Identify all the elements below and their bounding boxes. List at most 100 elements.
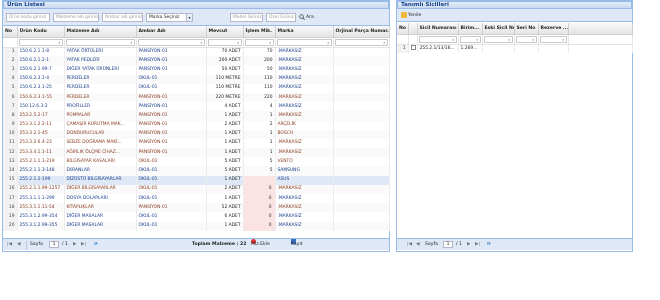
column-header[interactable]: Rezerve ... xyxy=(538,23,569,35)
warehouse-name-input[interactable]: Ambar adı giriniz xyxy=(102,13,143,22)
table-cell-islem[interactable]: 0 xyxy=(243,212,276,222)
filter-icon: ⌕ xyxy=(237,39,240,45)
chevron-down-icon[interactable]: ▾ xyxy=(186,14,192,21)
column-filter-input[interactable]: ⌕ xyxy=(539,35,567,43)
table-cell-islem[interactable]: 110 xyxy=(243,83,276,93)
page-number-input[interactable]: 1 xyxy=(443,241,453,248)
column-header[interactable]: Mevcut xyxy=(206,26,244,38)
material-name-input[interactable]: Malzeme adı giriniz xyxy=(53,13,99,22)
table-cell-islem[interactable]: 70 xyxy=(243,47,276,57)
page-number-input[interactable]: 1 xyxy=(49,241,59,248)
last-page-icon[interactable]: ▶| xyxy=(475,239,480,250)
table-cell-ambar: OKUL-01 xyxy=(136,166,207,176)
table-row[interactable]: 7 150.12.6.3-2 PROFİLLER PANSİYON-01 4 ADET 4… xyxy=(3,102,390,112)
first-page-icon[interactable]: |◀ xyxy=(407,239,412,250)
table-cell-islem[interactable]: 50 xyxy=(243,65,276,75)
column-filter-input[interactable]: ⌕ xyxy=(334,38,388,46)
table-cell-islem[interactable]: 0 xyxy=(243,203,276,213)
column-header[interactable]: Orjinal Parça Numar... xyxy=(333,26,390,38)
table-row[interactable]: 16 255.2.1.1.99-1257 DİĞER BİLGİSAYARLAR OK… xyxy=(3,184,390,194)
column-header[interactable]: Sicil Numarası xyxy=(417,23,459,35)
table-row[interactable]: 12 253.3.4.1.1-11 AĞIRLIK ÖLÇME CİHAZ... PA… xyxy=(3,148,390,158)
column-header[interactable]: Malzeme Adı xyxy=(64,26,137,38)
column-header[interactable]: Marka xyxy=(275,26,334,38)
table-row[interactable]: 18 255.3.1.1.11-54 KİTAPLIKLAR PANSİYON-01 5… xyxy=(3,203,390,213)
table-cell-islem[interactable] xyxy=(243,175,276,185)
table-row[interactable]: 5 150.6.2.3.1-25 PERDELER OKUL-01 110 METRE 1… xyxy=(3,83,390,93)
table-cell-ad: KİTAPLIKLAR xyxy=(64,203,137,213)
column-header[interactable]: Birim... xyxy=(458,23,483,35)
table-cell-marka: .MARKASIZ xyxy=(275,138,334,149)
table-row[interactable]: 4 150.6.2.3.1-4 PERDELER OKUL-01 110 METRE 11… xyxy=(3,74,390,84)
column-filter-input[interactable]: ⌕ xyxy=(276,38,332,46)
table-cell-islem[interactable]: 5 xyxy=(243,157,276,167)
refresh-icon[interactable]: ⟳ xyxy=(94,239,98,250)
column-filter-input[interactable]: ⌕ xyxy=(515,35,537,43)
table-row[interactable]: 19 255.3.1.2.99-354 DİĞER MASALAR OKUL-01 6 … xyxy=(3,212,390,222)
column-header[interactable]: Seri No xyxy=(514,23,539,35)
column-filter-input[interactable]: ⌕ xyxy=(418,35,457,43)
table-cell-no: 4 xyxy=(3,74,18,84)
column-filter-input[interactable]: ⌕ xyxy=(459,35,481,43)
column-header[interactable] xyxy=(408,23,418,35)
last-page-icon[interactable]: ▶| xyxy=(81,239,86,250)
table-cell-orjinal xyxy=(333,102,390,112)
table-cell-islem[interactable]: 5 xyxy=(243,166,276,176)
column-filter-input[interactable]: ⌕ xyxy=(137,38,205,46)
table-cell-ambar: PANSİYON-01 xyxy=(136,92,207,103)
table-row[interactable]: 20 255.3.1.2.99-355 DİĞER MASALAR OKUL-01 1 … xyxy=(3,221,390,231)
table-row[interactable]: 15 255.2.1.2-199 DİZÜSTÜ BİLGİSAYARLAR OKUL… xyxy=(3,175,390,185)
column-filter-input[interactable]: ⌕ xyxy=(244,38,274,46)
column-header[interactable]: No xyxy=(397,23,409,35)
column-header[interactable]: İşlem Mik. xyxy=(243,26,276,38)
table-row[interactable]: 1 150.6.2.1.1-8 YATAK ÖRTÜLERİ PANSİYON-01 7… xyxy=(3,47,390,57)
column-filter-input[interactable]: ⌕ xyxy=(207,38,242,46)
table-row[interactable]: 6 150.6.2.3.1-55 PERDELER PANSİYON-01 220 ME… xyxy=(3,92,390,103)
column-header[interactable]: No xyxy=(3,26,18,38)
table-cell-islem[interactable]: 110 xyxy=(243,74,276,84)
table-cell-islem[interactable]: 1 xyxy=(243,148,276,158)
table-row[interactable]: 1 255.2.1/13/16... 1.269... xyxy=(397,44,633,54)
column-header[interactable]: Ambar Adı xyxy=(136,26,207,38)
table-row[interactable]: 2 150.6.2.1.2-1 YATAK PEDLERİ PANSİYON-01 20… xyxy=(3,56,390,66)
first-page-icon[interactable]: |◀ xyxy=(7,239,12,250)
table-row[interactable]: 14 255.2.1.1.3-148 EKRANLAR OKUL-01 5 ADET 5 S… xyxy=(3,166,390,176)
refresh-button[interactable]: Yenile xyxy=(401,11,421,20)
table-cell-islem[interactable]: 4 xyxy=(243,102,276,112)
product-code-input[interactable]: Ürün kodu giriniz xyxy=(6,13,50,22)
table-row[interactable]: 9 253.3.1.2.2-11 ÇAMAŞIR KURUTMA MAK... PAN… xyxy=(3,120,390,130)
row-checkbox[interactable] xyxy=(408,44,418,54)
brand-select[interactable]: Marka Seçiniz ▾ xyxy=(146,13,193,22)
table-cell-islem[interactable]: 0 xyxy=(243,184,276,194)
table-row[interactable]: 17 255.3.1.1.1-299 DOSYA DOLAPLARI OKUL-01 1… xyxy=(3,194,390,204)
refresh-icon[interactable]: ⟳ xyxy=(487,239,491,250)
table-cell-ambar: OKUL-01 xyxy=(136,221,207,231)
next-page-icon[interactable]: ▶ xyxy=(467,239,471,250)
column-filter-input[interactable]: ⌕ xyxy=(65,38,135,46)
column-header[interactable]: Eski Sicil No xyxy=(482,23,515,35)
table-cell-islem[interactable]: 0 xyxy=(243,194,276,204)
model-input[interactable]: Model Giriniz xyxy=(230,13,263,22)
table-cell-islem[interactable]: 0 xyxy=(243,221,276,231)
table-cell-islem[interactable]: 200 xyxy=(243,56,276,66)
column-filter-input[interactable]: ⌕ xyxy=(18,38,63,46)
ozel-input[interactable]: Ozel Giriniz xyxy=(266,13,296,22)
table-row[interactable]: 11 253.3.2.6.4-23 SEBZE DOĞRAMA MAKİ... PAN… xyxy=(3,138,390,149)
table-cell-islem[interactable]: 1 xyxy=(243,111,276,121)
table-row[interactable]: 10 253.3.2.1-45 DONDURUCULAR PANSİYON-01 1 A… xyxy=(3,129,390,139)
prev-page-icon[interactable]: ◀ xyxy=(17,239,21,250)
checkbox-icon[interactable] xyxy=(410,44,416,50)
table-row[interactable]: 3 150.6.2.1.99-7 DİĞER YATAK ÜRÜNLERİ PANSİ… xyxy=(3,65,390,75)
prev-page-icon[interactable]: ◀ xyxy=(416,239,420,250)
table-row[interactable]: 8 253.2.5.2-17 POMPALAR PANSİYON-01 1 ADET 1.… xyxy=(3,111,390,121)
column-header[interactable]: Ürün Kodu xyxy=(17,26,65,38)
table-cell-kod: 253.3.4.1.1-11 xyxy=(17,148,65,158)
table-row[interactable]: 13 255.2.1.1.1-219 BİLGİSAYAR KASALARI OKUL… xyxy=(3,157,390,167)
table-cell-islem[interactable]: 220 xyxy=(243,92,276,103)
table-cell-islem[interactable]: 2 xyxy=(243,120,276,130)
table-cell-islem[interactable]: 1 xyxy=(243,129,276,139)
search-button[interactable]: Ara xyxy=(299,13,314,22)
column-filter-input[interactable]: ⌕ xyxy=(483,35,513,43)
table-cell-islem[interactable]: 1 xyxy=(243,138,276,149)
next-page-icon[interactable]: ▶ xyxy=(73,239,77,250)
